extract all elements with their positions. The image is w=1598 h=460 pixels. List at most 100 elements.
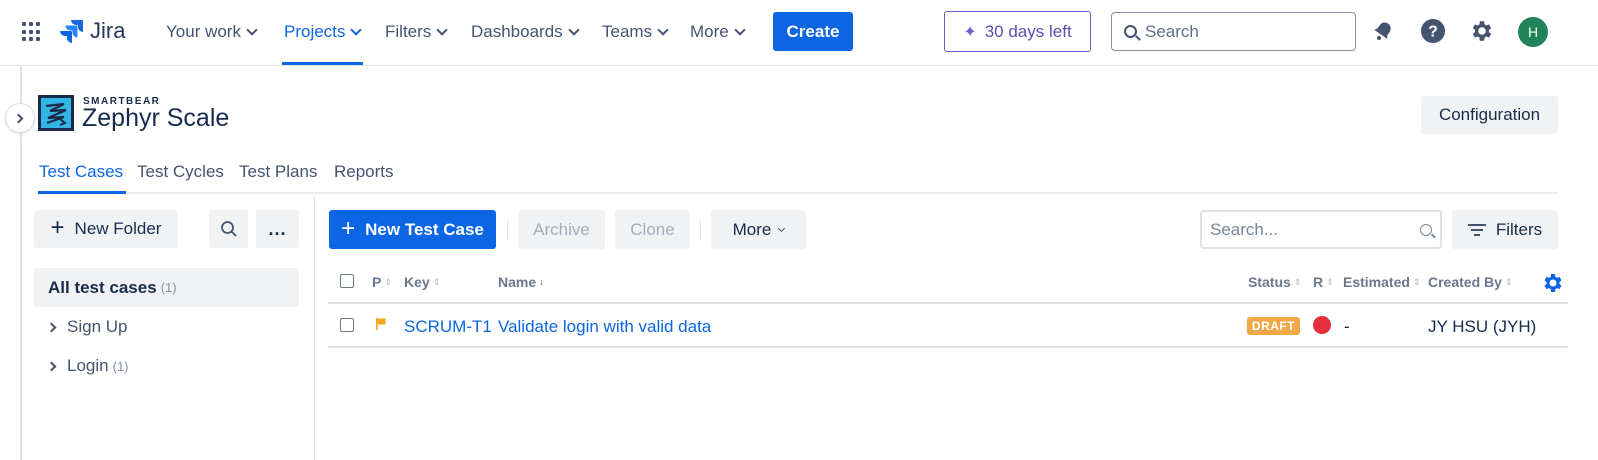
filters-button[interactable]: Filters [1452,210,1558,249]
trial-label: 30 days left [984,21,1072,41]
nav-your-work[interactable]: Your work [166,20,258,44]
folder-count: (1) [112,358,129,374]
folder-count: (1) [160,280,177,295]
column-header-priority[interactable]: P ⇕ [372,274,392,290]
notifications-button[interactable] [1368,16,1398,46]
table-row-divider [328,346,1568,348]
search-placeholder: Search... [1210,219,1279,239]
column-label: Name [498,274,537,290]
test-case-key-link[interactable]: SCRUM-T1 [404,317,492,337]
toolbar-separator [700,221,701,238]
row-checkbox[interactable] [340,318,354,332]
folder-search-button[interactable] [209,210,248,248]
tab-test-plans[interactable]: Test Plans [239,162,317,182]
jira-logo-text: Jira [90,18,126,43]
select-all-checkbox[interactable] [340,274,354,288]
column-label: P [372,274,382,290]
sparkle-icon: ✦ [963,23,977,41]
plus-icon: + [50,214,65,241]
nav-active-indicator [282,62,363,65]
status-badge: DRAFT [1247,317,1300,335]
column-label: Status [1248,274,1291,290]
nav-label: Teams [602,22,653,41]
chevron-down-icon [657,24,669,36]
estimated-value: - [1344,317,1350,336]
chevron-down-icon [568,24,580,36]
settings-button[interactable] [1467,16,1497,46]
sort-icon: ⇕ [1412,276,1421,287]
clone-button[interactable]: Clone [615,210,690,249]
notifications-icon [1374,22,1391,40]
folder-label: Login [67,356,109,375]
tab-test-cases[interactable]: Test Cases [39,162,123,182]
folder-all-test-cases[interactable]: All test cases (1) [34,268,299,307]
chevron-down-icon [778,224,786,232]
sort-icon: ⇕ [1326,276,1334,287]
tab-reports[interactable]: Reports [334,162,394,182]
archive-button[interactable]: Archive [518,210,605,249]
test-case-name-link[interactable]: Validate login with valid data [498,317,711,337]
nav-more[interactable]: More [690,20,746,44]
new-test-case-button[interactable]: + New Test Case [329,210,496,249]
more-icon: ... [268,218,287,239]
trial-button[interactable]: ✦ 30 days left [944,11,1091,52]
sort-icon: ⇕ [1293,276,1302,287]
chevron-right-icon [13,113,24,123]
column-header-key[interactable]: Key ⇕ [404,274,440,290]
column-settings-icon[interactable] [1541,271,1565,295]
plus-icon: + [341,214,356,242]
column-label: Key [404,274,430,290]
search-placeholder: Search [1145,21,1199,41]
jira-home-link[interactable]: Jira [58,18,125,44]
search-icon [220,221,237,237]
nav-dashboards[interactable]: Dashboards [471,20,580,44]
zephyr-logo-icon [38,95,74,131]
nav-label: Your work [166,22,241,41]
folder-item-sign-up[interactable]: Sign Up [46,317,127,337]
sort-icon: ⇕ [1504,276,1513,287]
nav-teams[interactable]: Teams [602,20,669,44]
sort-desc-icon: ↓ [539,277,544,287]
search-icon [1124,25,1137,38]
chevron-right-icon [46,322,57,332]
column-label: Estimated [1343,274,1410,290]
created-by-value: JY HSU (JYH) [1428,317,1537,336]
new-folder-button[interactable]: + New Folder [34,210,178,248]
test-case-search-input[interactable]: Search... [1200,210,1442,249]
nav-label: Filters [385,22,432,41]
more-label: More [732,219,772,239]
folder-item-login[interactable]: Login (1) [46,356,129,376]
folder-label: All test cases [48,277,157,297]
chevron-down-icon [734,24,746,36]
column-header-name[interactable]: Name ↓ [498,274,544,290]
folder-more-button[interactable]: ... [256,210,299,248]
jira-logo-icon [60,20,83,43]
app-title: Zephyr Scale [82,104,230,132]
column-header-result[interactable]: R ⇕ [1313,274,1334,290]
create-button[interactable]: Create [773,12,853,51]
chevron-down-icon [436,24,448,36]
nav-label: More [690,22,729,41]
svg-text:?: ? [1428,24,1438,41]
column-header-status[interactable]: Status ⇕ [1248,274,1301,290]
nav-filters[interactable]: Filters [385,20,448,44]
help-icon: ? [1421,19,1445,43]
column-header-created-by[interactable]: Created By ⇕ [1428,274,1512,290]
user-avatar[interactable]: H [1518,17,1548,47]
app-switcher-icon[interactable] [22,22,42,42]
nav-projects[interactable]: Projects [284,20,363,44]
global-search-input[interactable]: Search [1111,12,1356,51]
sort-icon: ⇕ [384,276,392,287]
sort-icon: ⇕ [432,276,441,287]
tab-test-cycles[interactable]: Test Cycles [137,162,224,182]
expand-sidebar-button[interactable] [6,104,34,132]
more-actions-button[interactable]: More [711,210,806,249]
configuration-button[interactable]: Configuration [1421,96,1558,134]
chevron-down-icon [350,24,363,36]
new-test-case-label: New Test Case [365,219,484,239]
column-header-estimated[interactable]: Estimated ⇕ [1343,274,1420,290]
help-button[interactable]: ? [1418,16,1448,46]
result-indicator-icon [1313,316,1331,334]
column-label: R [1313,274,1324,290]
nav-label: Projects [284,22,346,41]
